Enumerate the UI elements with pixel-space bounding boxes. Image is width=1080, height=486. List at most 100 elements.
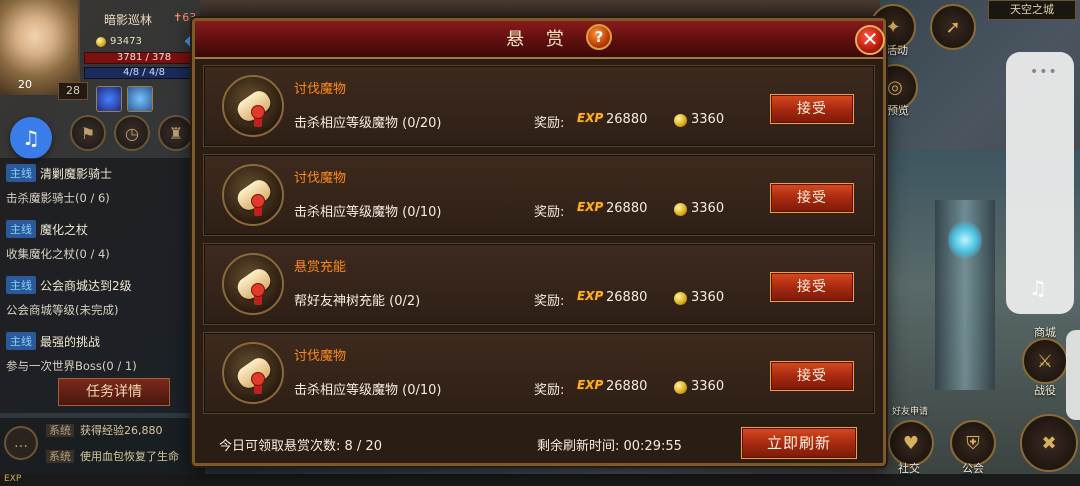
bounty-card: 讨伐魔物 击杀相应等级魔物 (0/10) 奖励: EXP 26880 3360 …	[203, 332, 875, 414]
more-dots-icon[interactable]: •••	[1030, 64, 1058, 80]
quest-detail-button[interactable]: 任务详情	[58, 378, 170, 406]
reward-label: 奖励:	[534, 205, 565, 220]
player-level: 20	[18, 78, 32, 91]
social-label: 社交	[898, 462, 920, 475]
buff-icon[interactable]	[96, 86, 122, 112]
quest-title: 公会商城达到2级	[40, 278, 132, 293]
chat-line: 系统 获得经验26,880	[46, 422, 163, 438]
reward-exp: 26880	[606, 112, 648, 127]
exp-icon: EXP	[577, 378, 604, 392]
bounty-title: 讨伐魔物	[294, 171, 347, 186]
battle-label: 战役	[1034, 384, 1056, 397]
quest-title: 魔化之杖	[40, 222, 89, 237]
refresh-timer: 剩余刷新时间: 00:29:55	[537, 439, 682, 454]
quest-title: 最强的挑战	[40, 334, 101, 349]
gold-coin-icon	[674, 292, 687, 305]
map-name: 天空之城	[988, 0, 1076, 20]
chat-tag: 系统	[46, 450, 74, 463]
scroll-icon	[222, 342, 284, 404]
castle-icon[interactable]: ♜	[158, 115, 194, 151]
clock-icon[interactable]: ◷	[114, 115, 150, 151]
flag-icon[interactable]: ⚑	[70, 115, 106, 151]
floating-side-widget[interactable]	[1006, 52, 1074, 314]
exp-icon: EXP	[577, 289, 604, 303]
attack-button[interactable]: ✖	[1020, 414, 1078, 472]
music-note-icon[interactable]: ♫	[1029, 276, 1047, 300]
quest-item[interactable]: 主线 清剿魔影骑士 击杀魔影骑士(0 / 6)	[0, 158, 198, 214]
chat-text: 获得经验26,880	[80, 424, 163, 437]
reward-label: 奖励:	[534, 383, 565, 398]
reward-gold: 3360	[691, 201, 725, 216]
bounty-dialog: 悬 赏 ? ✕ 讨伐魔物 击杀相应等级魔物 (0/20) 奖励: EXP 268…	[192, 18, 886, 466]
reward-label: 奖励:	[534, 116, 565, 131]
reward-exp: 26880	[606, 379, 648, 394]
gold-coin-icon	[674, 114, 687, 127]
side-edge-handle[interactable]	[1066, 330, 1080, 420]
quest-item[interactable]: 主线 公会商城达到2级 公会商城等级(未完成)	[0, 270, 198, 326]
vip-level[interactable]: 28	[58, 82, 88, 100]
chat-tag: 系统	[46, 424, 74, 437]
bounty-card: 悬赏充能 帮好友神树充能 (0/2) 奖励: EXP 26880 3360 接受	[203, 243, 875, 325]
dialog-footer: 今日可领取悬赏次数: 8 / 20 剩余刷新时间: 00:29:55 立即刷新	[195, 425, 883, 463]
gold-coin-icon	[674, 381, 687, 394]
bounty-title: 讨伐魔物	[294, 82, 347, 97]
friend-apply-label: 好友申请	[892, 407, 929, 417]
accept-button[interactable]: 接受	[770, 94, 854, 124]
bounty-description: 击杀相应等级魔物 (0/20)	[294, 116, 442, 131]
quest-progress: 公会商城等级(未完成)	[6, 303, 119, 317]
battle-button[interactable]: ⚔	[1022, 338, 1068, 384]
bounty-description: 击杀相应等级魔物 (0/10)	[294, 383, 442, 398]
bounty-description: 击杀相应等级魔物 (0/10)	[294, 205, 442, 220]
accept-button[interactable]: 接受	[770, 272, 854, 302]
quest-progress: 收集魔化之杖(0 / 4)	[6, 247, 110, 261]
player-gold-line: 93473	[96, 35, 198, 48]
gold-coin-icon	[96, 36, 106, 47]
quest-tag: 主线	[6, 276, 36, 294]
mp-text: 4/8 / 4/8	[123, 67, 165, 78]
quest-tag: 主线	[6, 220, 36, 238]
quest-item[interactable]: 主线 魔化之杖 收集魔化之杖(0 / 4)	[0, 214, 198, 270]
quest-tracker: 主线 清剿魔影骑士 击杀魔影骑士(0 / 6) 主线 魔化之杖 收集魔化之杖(0 /…	[0, 158, 198, 413]
player-avatar[interactable]	[0, 0, 80, 95]
remaining-claims: 今日可领取悬赏次数: 8 / 20	[219, 439, 382, 454]
top-menu-strip	[200, 0, 880, 20]
arrow-icon[interactable]: ➚	[930, 4, 976, 50]
player-gold: 93473	[110, 36, 142, 47]
quest-tag: 主线	[6, 332, 36, 350]
reward-exp: 26880	[606, 201, 648, 216]
chat-bubble-icon[interactable]: …	[4, 426, 38, 460]
gold-coin-icon	[674, 203, 687, 216]
quest-progress: 击杀魔影骑士(0 / 6)	[6, 191, 110, 205]
quest-item[interactable]: 主线 最强的挑战 参与一次世界Boss(0 / 1)	[0, 326, 198, 382]
close-x-icon[interactable]: ✕	[855, 25, 885, 55]
bounty-title: 讨伐魔物	[294, 349, 347, 364]
accept-button[interactable]: 接受	[770, 361, 854, 391]
music-note-icon[interactable]: ♫	[10, 117, 52, 159]
question-mark-icon[interactable]: ?	[586, 24, 612, 50]
reward-gold: 3360	[691, 112, 725, 127]
scene-crystal-glow	[948, 220, 982, 260]
quest-progress: 参与一次世界Boss(0 / 1)	[6, 359, 137, 373]
dialog-title: 悬 赏	[506, 29, 572, 50]
exp-icon: EXP	[577, 111, 604, 125]
reward-gold: 3360	[691, 290, 725, 305]
buff-icon[interactable]	[127, 86, 153, 112]
hp-text: 3781 / 378	[116, 52, 172, 63]
bounty-card: 讨伐魔物 击杀相应等级魔物 (0/20) 奖励: EXP 26880 3360 …	[203, 65, 875, 147]
scroll-icon	[222, 253, 284, 315]
refresh-now-button[interactable]: 立即刷新	[741, 427, 857, 459]
bounty-description: 帮好友神树充能 (0/2)	[294, 294, 421, 309]
reward-exp: 26880	[606, 290, 648, 305]
scroll-icon	[222, 164, 284, 226]
quest-title: 清剿魔影骑士	[40, 166, 113, 181]
bounty-list: 讨伐魔物 击杀相应等级魔物 (0/20) 奖励: EXP 26880 3360 …	[203, 65, 875, 421]
activity-label: 活动	[886, 44, 908, 57]
bounty-title: 悬赏充能	[294, 260, 347, 275]
bounty-card: 讨伐魔物 击杀相应等级魔物 (0/10) 奖励: EXP 26880 3360 …	[203, 154, 875, 236]
exp-icon: EXP	[577, 200, 604, 214]
chat-line: 系统 使用血包恢复了生命	[46, 448, 179, 464]
chat-text: 使用血包恢复了生命	[80, 450, 179, 463]
reward-gold: 3360	[691, 379, 725, 394]
accept-button[interactable]: 接受	[770, 183, 854, 213]
quest-tag: 主线	[6, 164, 36, 182]
